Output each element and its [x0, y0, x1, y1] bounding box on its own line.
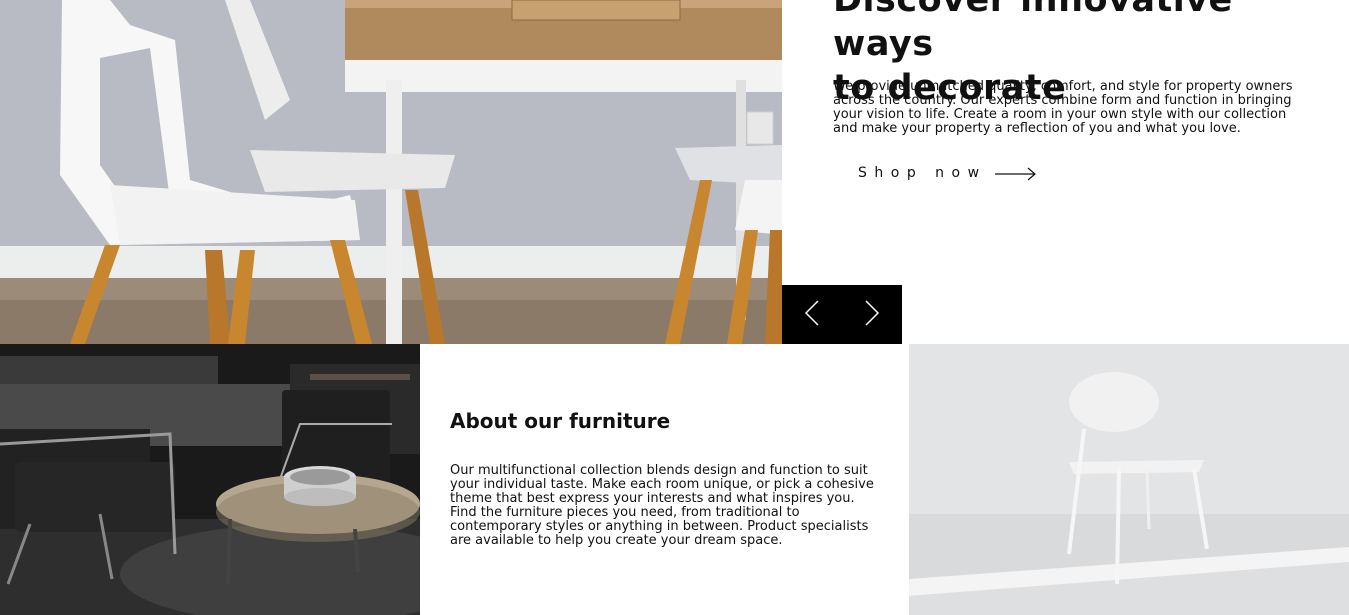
slider-next-button[interactable]: [842, 285, 902, 344]
white-chair-image: [909, 344, 1349, 615]
chevron-left-icon: [804, 299, 820, 331]
hero-title-line1: Discover innovative ways: [833, 0, 1233, 64]
shop-now-label: Shop now: [858, 165, 987, 181]
hero-description: We provide unmatched quality, comfort, a…: [833, 79, 1293, 136]
hero-image: [0, 0, 782, 344]
chevron-right-icon: [864, 299, 880, 331]
slider-prev-button[interactable]: [782, 285, 842, 344]
slider-controls: [782, 285, 902, 344]
about-title: About our furniture: [450, 409, 671, 433]
shop-now-button[interactable]: Shop now: [858, 160, 1037, 186]
arrow-right-icon: [994, 166, 1037, 181]
lounge-furniture-image: [0, 344, 420, 615]
about-description: Our multifunctional collection blends de…: [450, 463, 874, 548]
